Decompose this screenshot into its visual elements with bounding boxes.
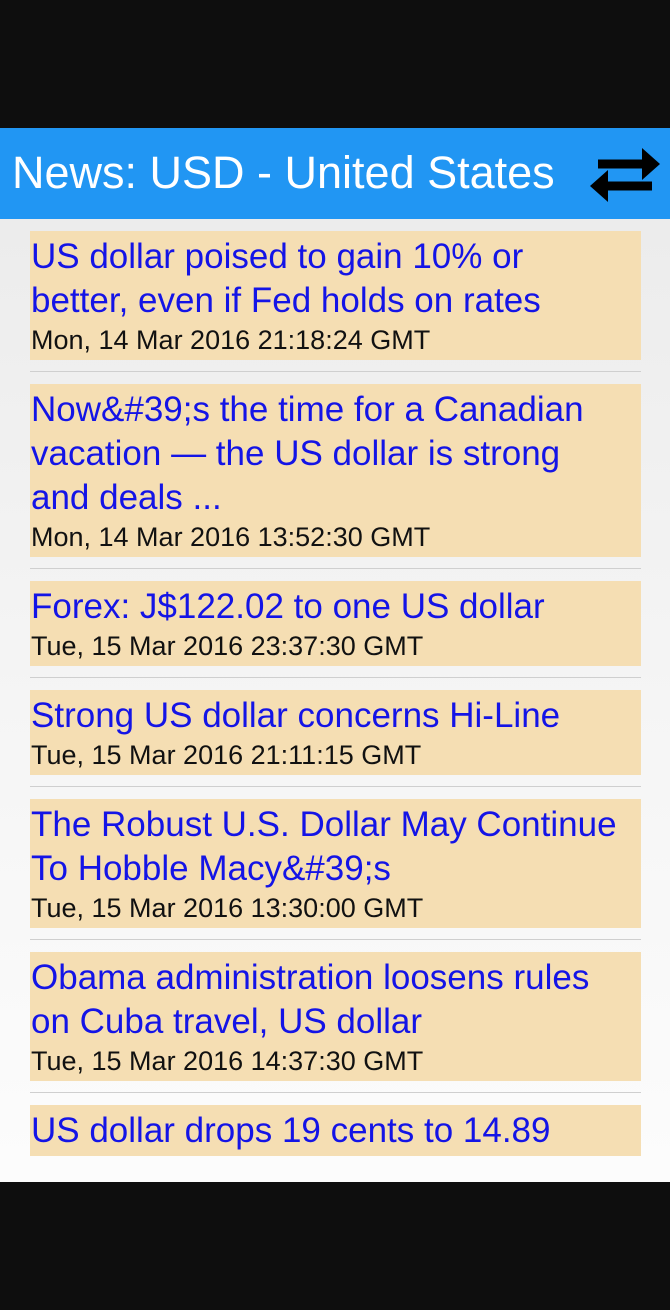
news-date: Mon, 14 Mar 2016 13:52:30 GMT	[31, 522, 431, 552]
swap-arrows-icon	[590, 148, 660, 202]
news-headline[interactable]: US dollar poised to gain 10% or better, …	[31, 235, 641, 323]
divider	[30, 1092, 641, 1093]
news-item[interactable]: Forex: J$122.02 to one US dollar Tue, 15…	[30, 581, 641, 666]
news-headline[interactable]: Forex: J$122.02 to one US dollar	[31, 585, 641, 629]
news-item[interactable]: Obama administration loosens rules on Cu…	[30, 952, 641, 1081]
news-headline[interactable]: US dollar drops 19 cents to 14.89	[31, 1109, 641, 1153]
app-bar: News: USD - United States	[0, 128, 670, 219]
divider	[30, 939, 641, 940]
news-headline[interactable]: Obama administration loosens rules on Cu…	[31, 956, 641, 1044]
divider	[30, 568, 641, 569]
news-date: Tue, 15 Mar 2016 21:11:15 GMT	[31, 740, 422, 770]
news-headline[interactable]: Now&#39;s the time for a Canadian vacati…	[31, 388, 641, 520]
news-date: Tue, 15 Mar 2016 13:30:00 GMT	[31, 893, 424, 923]
news-headline[interactable]: The Robust U.S. Dollar May Continue To H…	[31, 803, 641, 891]
divider	[30, 786, 641, 787]
page-title: News: USD - United States	[12, 147, 555, 198]
divider	[30, 371, 641, 372]
news-item[interactable]: The Robust U.S. Dollar May Continue To H…	[30, 799, 641, 928]
news-date: Tue, 15 Mar 2016 14:37:30 GMT	[31, 1046, 424, 1076]
navigation-bar-area	[0, 1182, 670, 1310]
news-headline[interactable]: Strong US dollar concerns Hi-Line	[31, 694, 641, 738]
news-item[interactable]: US dollar poised to gain 10% or better, …	[30, 231, 641, 360]
news-item[interactable]: Strong US dollar concerns Hi-Line Tue, 1…	[30, 690, 641, 775]
news-date: Mon, 14 Mar 2016 21:18:24 GMT	[31, 325, 431, 355]
divider	[30, 677, 641, 678]
news-content[interactable]: US dollar poised to gain 10% or better, …	[0, 219, 670, 1182]
news-item[interactable]: US dollar drops 19 cents to 14.89	[30, 1105, 641, 1156]
status-bar-area	[0, 0, 670, 128]
news-item[interactable]: Now&#39;s the time for a Canadian vacati…	[30, 384, 641, 557]
news-date: Tue, 15 Mar 2016 23:37:30 GMT	[31, 631, 424, 661]
news-list: US dollar poised to gain 10% or better, …	[30, 231, 641, 1156]
swap-currency-button[interactable]	[588, 144, 662, 204]
